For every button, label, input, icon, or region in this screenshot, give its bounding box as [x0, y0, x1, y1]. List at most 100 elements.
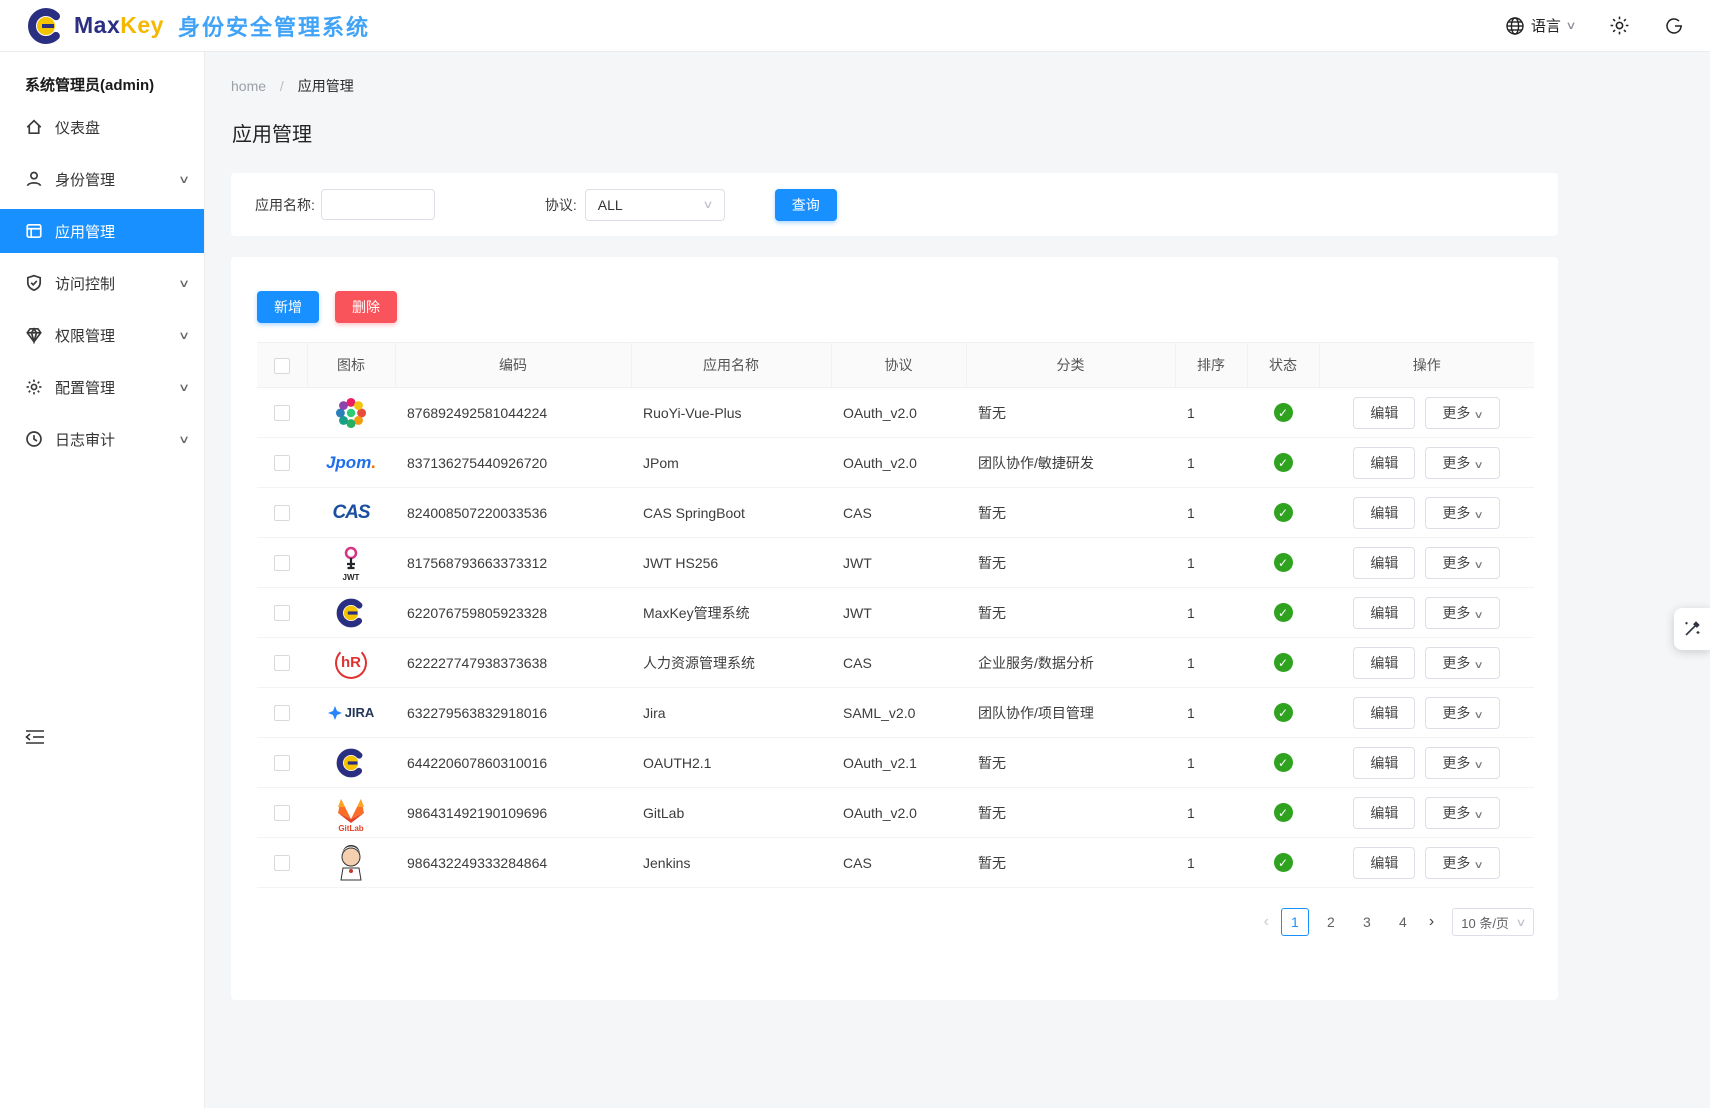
table-row: Jpom.837136275440926720JPomOAuth_v2.0团队协… — [257, 438, 1534, 488]
status-enabled-icon: ✓ — [1274, 403, 1293, 422]
status-enabled-icon: ✓ — [1274, 603, 1293, 622]
table-header-row: 图标编码应用名称协议分类排序状态操作 — [257, 343, 1534, 388]
row-checkbox[interactable] — [274, 755, 290, 771]
collapse-sidebar-icon[interactable] — [25, 728, 45, 749]
language-menu[interactable]: 语言 ∨ — [1505, 15, 1575, 36]
row-checkbox[interactable] — [274, 805, 290, 821]
table-row: 622076759805923328MaxKey管理系统JWT暂无1✓编辑更多∨ — [257, 588, 1534, 638]
app-category-cell: 暂无 — [966, 538, 1175, 588]
edit-button[interactable]: 编辑 — [1353, 447, 1415, 479]
edit-button[interactable]: 编辑 — [1353, 697, 1415, 729]
logout-icon[interactable] — [1664, 16, 1684, 36]
edit-button[interactable]: 编辑 — [1353, 497, 1415, 529]
breadcrumb-separator: / — [280, 78, 284, 94]
page-number-4[interactable]: 4 — [1389, 908, 1417, 936]
app-code-cell: 837136275440926720 — [395, 438, 631, 488]
protocol-select[interactable]: ALL ∨ — [585, 189, 725, 221]
brand: MaxKey 身份安全管理系统 — [26, 6, 370, 46]
chevron-down-icon: ∨ — [1474, 760, 1484, 771]
jpom-app-icon: Jpom. — [329, 443, 373, 483]
row-checkbox[interactable] — [274, 855, 290, 871]
app-code-cell: 876892492581044224 — [395, 388, 631, 438]
add-button[interactable]: 新增 — [257, 291, 319, 323]
row-checkbox[interactable] — [274, 505, 290, 521]
row-checkbox[interactable] — [274, 405, 290, 421]
sidebar-item-clock[interactable]: 日志审计∨ — [0, 417, 204, 461]
more-button[interactable]: 更多∨ — [1425, 747, 1499, 779]
app-protocol-cell: OAuth_v2.0 — [831, 388, 966, 438]
app-category-cell: 团队协作/敏捷研发 — [966, 438, 1175, 488]
page-number-1[interactable]: 1 — [1281, 908, 1309, 936]
breadcrumb-home-link[interactable]: home — [231, 78, 266, 94]
filter-panel: 应用名称: 协议: ALL ∨ 查询 — [231, 173, 1558, 236]
more-button[interactable]: 更多∨ — [1425, 447, 1499, 479]
table-row: hR622227747938373638人力资源管理系统CAS企业服务/数据分析… — [257, 638, 1534, 688]
jira-app-icon: JIRA — [329, 693, 373, 733]
more-button[interactable]: 更多∨ — [1425, 397, 1499, 429]
row-checkbox[interactable] — [274, 705, 290, 721]
page-number-3[interactable]: 3 — [1353, 908, 1381, 936]
table-row: JWT817568793663373312JWT HS256JWT暂无1✓编辑更… — [257, 538, 1534, 588]
header-actions: 语言 ∨ — [1505, 15, 1684, 36]
page-size-select[interactable]: 10 条/页∨ — [1452, 908, 1534, 936]
next-page-button[interactable]: › — [1425, 913, 1438, 931]
more-button[interactable]: 更多∨ — [1425, 497, 1499, 529]
more-button[interactable]: 更多∨ — [1425, 647, 1499, 679]
row-checkbox[interactable] — [274, 655, 290, 671]
gitlab-app-icon: GitLab — [329, 793, 373, 833]
more-button[interactable]: 更多∨ — [1425, 597, 1499, 629]
row-checkbox[interactable] — [274, 555, 290, 571]
apps-table: 图标编码应用名称协议分类排序状态操作 876892492581044224Ruo… — [257, 342, 1534, 888]
edit-button[interactable]: 编辑 — [1353, 547, 1415, 579]
chevron-down-icon: ∨ — [1474, 460, 1484, 471]
chevron-down-icon: ∨ — [178, 433, 190, 446]
settings-gear-icon[interactable] — [1609, 15, 1630, 36]
more-button[interactable]: 更多∨ — [1425, 797, 1499, 829]
page-number-2[interactable]: 2 — [1317, 908, 1345, 936]
status-enabled-icon: ✓ — [1274, 753, 1293, 772]
edit-button[interactable]: 编辑 — [1353, 647, 1415, 679]
select-all-checkbox[interactable] — [274, 358, 290, 374]
edit-button[interactable]: 编辑 — [1353, 847, 1415, 879]
more-button[interactable]: 更多∨ — [1425, 547, 1499, 579]
column-header: 编码 — [395, 343, 631, 388]
table-toolbar: 新增 删除 — [257, 291, 1532, 323]
sidebar-item-apps[interactable]: 应用管理 — [0, 209, 204, 253]
app-sort-cell: 1 — [1175, 488, 1247, 538]
edit-button[interactable]: 编辑 — [1353, 597, 1415, 629]
pagination: ‹ 1234 › 10 条/页∨ — [257, 908, 1534, 936]
edit-button[interactable]: 编辑 — [1353, 747, 1415, 779]
sidebar-item-gear[interactable]: 配置管理∨ — [0, 365, 204, 409]
sidebar-item-label: 身份管理 — [55, 169, 168, 190]
more-button[interactable]: 更多∨ — [1425, 847, 1499, 879]
edit-button[interactable]: 编辑 — [1353, 797, 1415, 829]
app-name-cell: JWT HS256 — [631, 538, 831, 588]
sidebar-item-home[interactable]: 仪表盘 — [0, 105, 204, 149]
table-row: JIRA632279563832918016JiraSAML_v2.0团队协作/… — [257, 688, 1534, 738]
prev-page-button[interactable]: ‹ — [1260, 913, 1273, 931]
status-enabled-icon: ✓ — [1274, 703, 1293, 722]
sidebar-item-shield[interactable]: 访问控制∨ — [0, 261, 204, 305]
app-name-input[interactable] — [321, 189, 435, 220]
column-header: 应用名称 — [631, 343, 831, 388]
sidebar-item-user[interactable]: 身份管理∨ — [0, 157, 204, 201]
sidebar-item-gem[interactable]: 权限管理∨ — [0, 313, 204, 357]
chevron-down-icon: ∨ — [178, 329, 190, 342]
chevron-down-icon: ∨ — [1565, 19, 1576, 32]
page-size-value: 10 条/页 — [1461, 913, 1509, 932]
maxkey-logo-icon — [26, 6, 66, 46]
floating-toolkit-button[interactable] — [1674, 608, 1710, 650]
search-button[interactable]: 查询 — [775, 189, 837, 221]
edit-button[interactable]: 编辑 — [1353, 397, 1415, 429]
more-button[interactable]: 更多∨ — [1425, 697, 1499, 729]
status-enabled-icon: ✓ — [1274, 853, 1293, 872]
chevron-down-icon: ∨ — [1474, 710, 1484, 721]
app-protocol-cell: OAuth_v2.0 — [831, 438, 966, 488]
jwt-app-icon: JWT — [329, 543, 373, 583]
table-row: 986432249333284864JenkinsCAS暂无1✓编辑更多∨ — [257, 838, 1534, 888]
app-protocol-cell: JWT — [831, 538, 966, 588]
row-checkbox[interactable] — [274, 455, 290, 471]
column-header: 分类 — [966, 343, 1175, 388]
row-checkbox[interactable] — [274, 605, 290, 621]
delete-button[interactable]: 删除 — [335, 291, 397, 323]
